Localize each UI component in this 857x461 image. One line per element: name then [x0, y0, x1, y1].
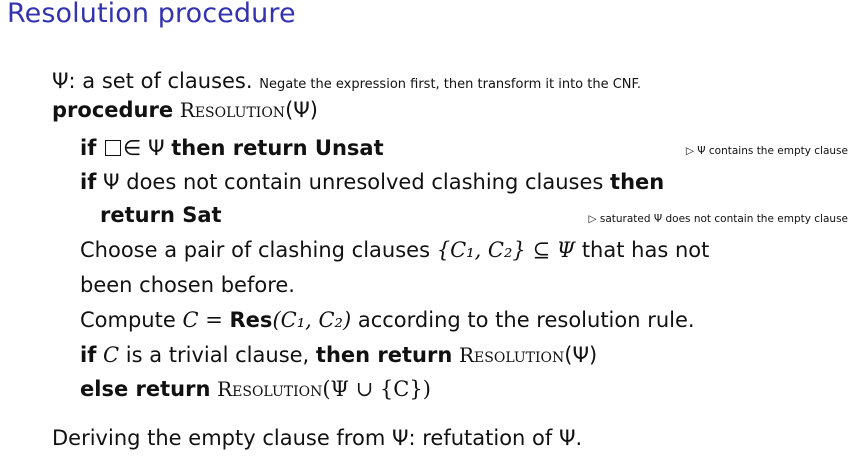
if-keyword: if: [80, 136, 97, 160]
line-if-empty-clause: if ∈ Ψ then return Unsat: [80, 134, 384, 162]
line-choose-2: been chosen before.: [80, 273, 295, 297]
page-title: Resolution procedure: [7, 0, 296, 29]
then-return-unsat: then return Unsat: [171, 136, 384, 160]
procedure-name: Resolution: [179, 98, 286, 122]
procedure-arg: (Ψ ∪ {C}): [322, 377, 431, 401]
comment-empty-clause: ▷ Ψ contains the empty clause: [685, 145, 848, 157]
line-if-unresolved: if Ψ does not contain unresolved clashin…: [80, 168, 664, 196]
procedure-header: procedure Resolution(Ψ): [52, 96, 318, 124]
equals-sign: =: [205, 308, 223, 332]
line-else: else return Resolution(Ψ ∪ {C}): [80, 375, 431, 403]
procedure-keyword: procedure: [52, 98, 174, 122]
footer-text: Deriving the empty clause from Ψ: refuta…: [52, 426, 583, 450]
in-psi: ∈ Ψ: [123, 136, 165, 160]
procedure-arg: (Ψ): [285, 98, 318, 122]
psi-symbol: Ψ: [52, 69, 69, 93]
return-sat: return Sat: [100, 203, 222, 227]
then-return: then return: [315, 343, 453, 367]
res-args: (C₁, C₂): [272, 308, 352, 332]
c-var: C: [182, 308, 199, 332]
comment-saturated: ▷ saturated Ψ does not contain the empty…: [588, 213, 848, 225]
then-keyword: then: [610, 170, 665, 194]
procedure-name: Resolution: [217, 377, 323, 401]
line-choose-1: Choose a pair of clashing clauses {C₁, C…: [80, 236, 709, 264]
choose-text-a: Choose a pair of clashing clauses: [80, 238, 431, 262]
line-return-sat: return Sat: [100, 201, 222, 229]
choose-math: {C₁, C₂} ⊆ Ψ: [436, 238, 576, 262]
trivial-text: is a trivial clause,: [125, 343, 310, 367]
intro-note: Negate the expression first, then transf…: [259, 77, 642, 92]
unresolved-text: Ψ does not contain unresolved clashing c…: [103, 170, 604, 194]
intro-line: Ψ: a set of clauses. Negate the expressi…: [52, 67, 641, 99]
choose-text-b: that has not: [581, 238, 710, 262]
empty-clause-box: [105, 140, 122, 156]
procedure-name: Resolution: [459, 343, 565, 367]
line-compute: Compute C = Res(C₁, C₂) according to the…: [80, 306, 695, 334]
if-keyword: if: [80, 343, 97, 367]
line-if-trivial: if C is a trivial clause, then return Re…: [80, 341, 597, 369]
compute-text: Compute: [80, 308, 176, 332]
res-function: Res: [229, 308, 273, 332]
procedure-arg: (Ψ): [564, 343, 598, 367]
compute-rest: according to the resolution rule.: [357, 308, 695, 332]
intro-text: : a set of clauses.: [68, 69, 253, 93]
c-var: C: [103, 343, 120, 367]
if-keyword: if: [80, 170, 97, 194]
else-return: else return: [80, 377, 211, 401]
